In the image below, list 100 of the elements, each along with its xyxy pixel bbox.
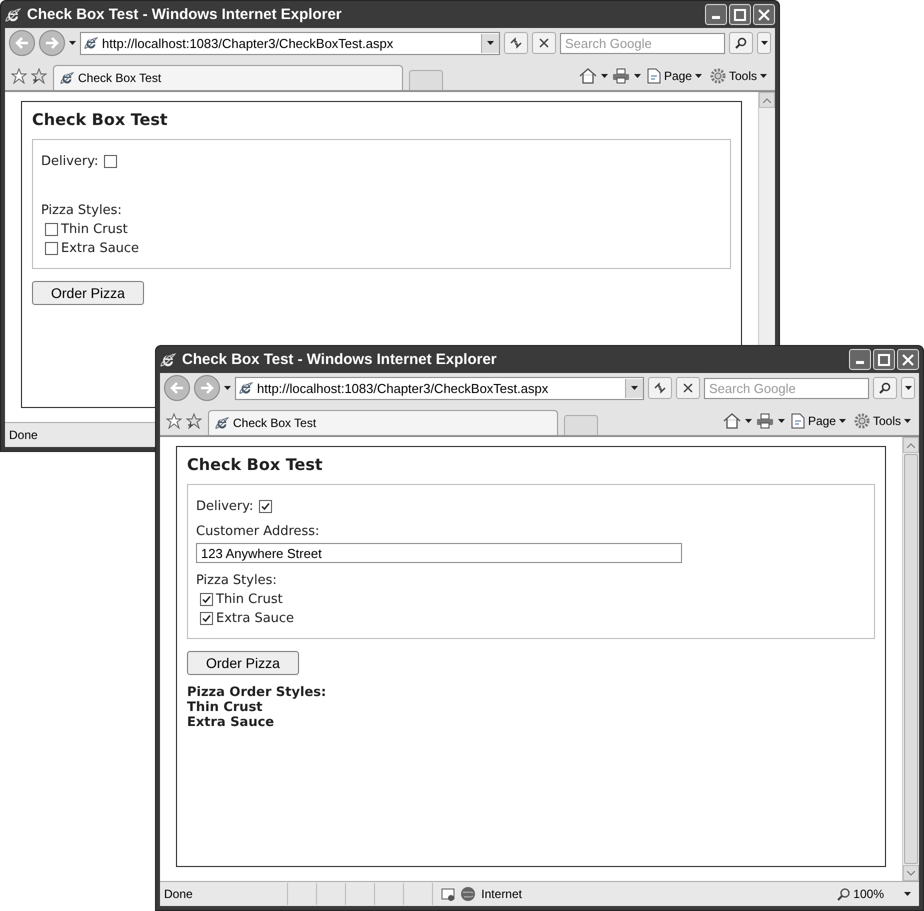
caret-icon[interactable] [760, 41, 768, 45]
close-button[interactable] [753, 4, 775, 25]
gear-icon [710, 68, 726, 84]
minimize-button[interactable] [705, 4, 727, 25]
checkbox[interactable] [200, 593, 213, 606]
address-field[interactable]: http://localhost:1083/Chapter3/CheckBoxTest.aspx [235, 376, 644, 400]
toolbar-menu[interactable]: Page [788, 408, 848, 434]
stop-button[interactable] [676, 377, 700, 399]
maximize-icon [878, 354, 890, 366]
scroll-down-button[interactable] [903, 865, 919, 881]
refresh-icon [509, 37, 523, 49]
output-line: Thin Crust [187, 700, 264, 715]
option-label: Extra Sauce [216, 611, 294, 626]
delivery-label: Delivery: [41, 154, 98, 169]
ie-logo-icon [5, 6, 21, 22]
caret-icon[interactable] [760, 74, 767, 78]
order-button[interactable]: Order Pizza [187, 651, 299, 675]
back-button[interactable] [164, 375, 190, 401]
status-text: Done [163, 887, 194, 901]
window-title: Check Box Test - Windows Internet Explorer [182, 351, 498, 368]
dropdown-button[interactable] [481, 34, 499, 52]
check-icon [261, 502, 270, 511]
ie-logo-icon [84, 36, 98, 50]
address-label: Customer Address: [196, 524, 320, 539]
globe-icon [460, 886, 476, 902]
caret-icon[interactable] [631, 386, 638, 390]
favorites-star-icon[interactable] [166, 413, 182, 429]
maximize-button[interactable] [873, 349, 895, 370]
close-icon [902, 354, 914, 366]
caret-icon[interactable] [838, 419, 846, 423]
caret-icon[interactable] [69, 41, 76, 45]
print-icon[interactable] [612, 68, 630, 84]
home-icon[interactable] [722, 413, 741, 429]
browser-tab[interactable]: Check Box Test [53, 65, 403, 90]
output-line: Extra Sauce [187, 715, 276, 730]
scroll-up-button[interactable] [903, 437, 919, 453]
address-field[interactable]: http://localhost:1083/Chapter3/CheckBoxTest.aspx [80, 32, 500, 54]
caret-icon[interactable] [904, 419, 911, 423]
maximize-icon [734, 8, 746, 20]
refresh-icon [653, 382, 667, 394]
browser-tab[interactable]: Check Box Test [208, 410, 558, 435]
window-title: Check Box Test - Windows Internet Explorer [27, 6, 343, 23]
forward-arrow-icon [200, 382, 214, 394]
add-favorite-icon[interactable] [31, 68, 47, 84]
caret-icon[interactable] [778, 419, 785, 423]
back-arrow-icon [170, 382, 184, 394]
checkbox[interactable] [45, 242, 58, 255]
caret-icon[interactable] [904, 892, 911, 896]
styles-label: Pizza Styles: [196, 573, 278, 588]
search-field[interactable]: Search Google [560, 32, 725, 54]
delivery-label: Delivery: [196, 499, 254, 514]
output-line: Pizza Order Styles: [187, 685, 328, 700]
search-icon [735, 37, 747, 49]
scroll-up-button[interactable] [759, 92, 775, 108]
dropdown-button[interactable] [625, 378, 643, 398]
caret-icon[interactable] [694, 74, 702, 78]
add-favorite-icon[interactable] [186, 413, 202, 429]
close-button[interactable] [897, 349, 919, 370]
page-heading: Check Box Test [32, 110, 169, 129]
caret-icon[interactable] [487, 41, 494, 45]
option-label: Thin Crust [61, 222, 128, 237]
caret-icon[interactable] [224, 386, 231, 390]
toolbar-menu[interactable]: Tools [708, 63, 769, 89]
close-icon [758, 8, 770, 20]
page-icon [646, 68, 661, 84]
caret-icon[interactable] [634, 74, 641, 78]
check-icon [202, 595, 211, 604]
search-field[interactable]: Search Google [704, 378, 869, 398]
home-icon[interactable] [578, 68, 597, 84]
option-label: Thin Crust [216, 592, 283, 607]
caret-icon[interactable] [600, 74, 608, 78]
refresh-button[interactable] [504, 32, 528, 54]
maximize-button[interactable] [729, 4, 751, 25]
checkbox[interactable] [259, 500, 272, 513]
page-icon [790, 413, 805, 429]
caret-icon[interactable] [904, 386, 912, 390]
order-button[interactable]: Order Pizza [32, 281, 144, 305]
search-button[interactable] [873, 377, 897, 399]
print-icon[interactable] [756, 413, 774, 429]
favorites-star-icon[interactable] [11, 68, 27, 84]
search-options-button[interactable] [757, 32, 771, 54]
stop-button[interactable] [532, 32, 556, 54]
address-input[interactable]: 123 Anywhere Street [196, 543, 682, 563]
search-icon [879, 382, 891, 394]
status-text: Done [8, 428, 39, 442]
refresh-button[interactable] [648, 377, 672, 399]
security-icon [441, 887, 456, 901]
checkbox[interactable] [200, 612, 213, 625]
back-button[interactable] [9, 30, 35, 56]
forward-arrow-icon [45, 37, 59, 49]
search-options-button[interactable] [901, 377, 915, 399]
checkbox[interactable] [45, 223, 58, 236]
search-button[interactable] [729, 32, 753, 54]
ie-logo-icon [215, 416, 229, 430]
zoom-button[interactable]: 100% [829, 887, 919, 901]
checkbox[interactable] [104, 155, 118, 168]
toolbar-menu[interactable]: Tools [852, 408, 913, 434]
ie-logo-icon [239, 381, 253, 395]
minimize-button[interactable] [849, 349, 871, 370]
toolbar-menu[interactable]: Page [644, 63, 704, 89]
